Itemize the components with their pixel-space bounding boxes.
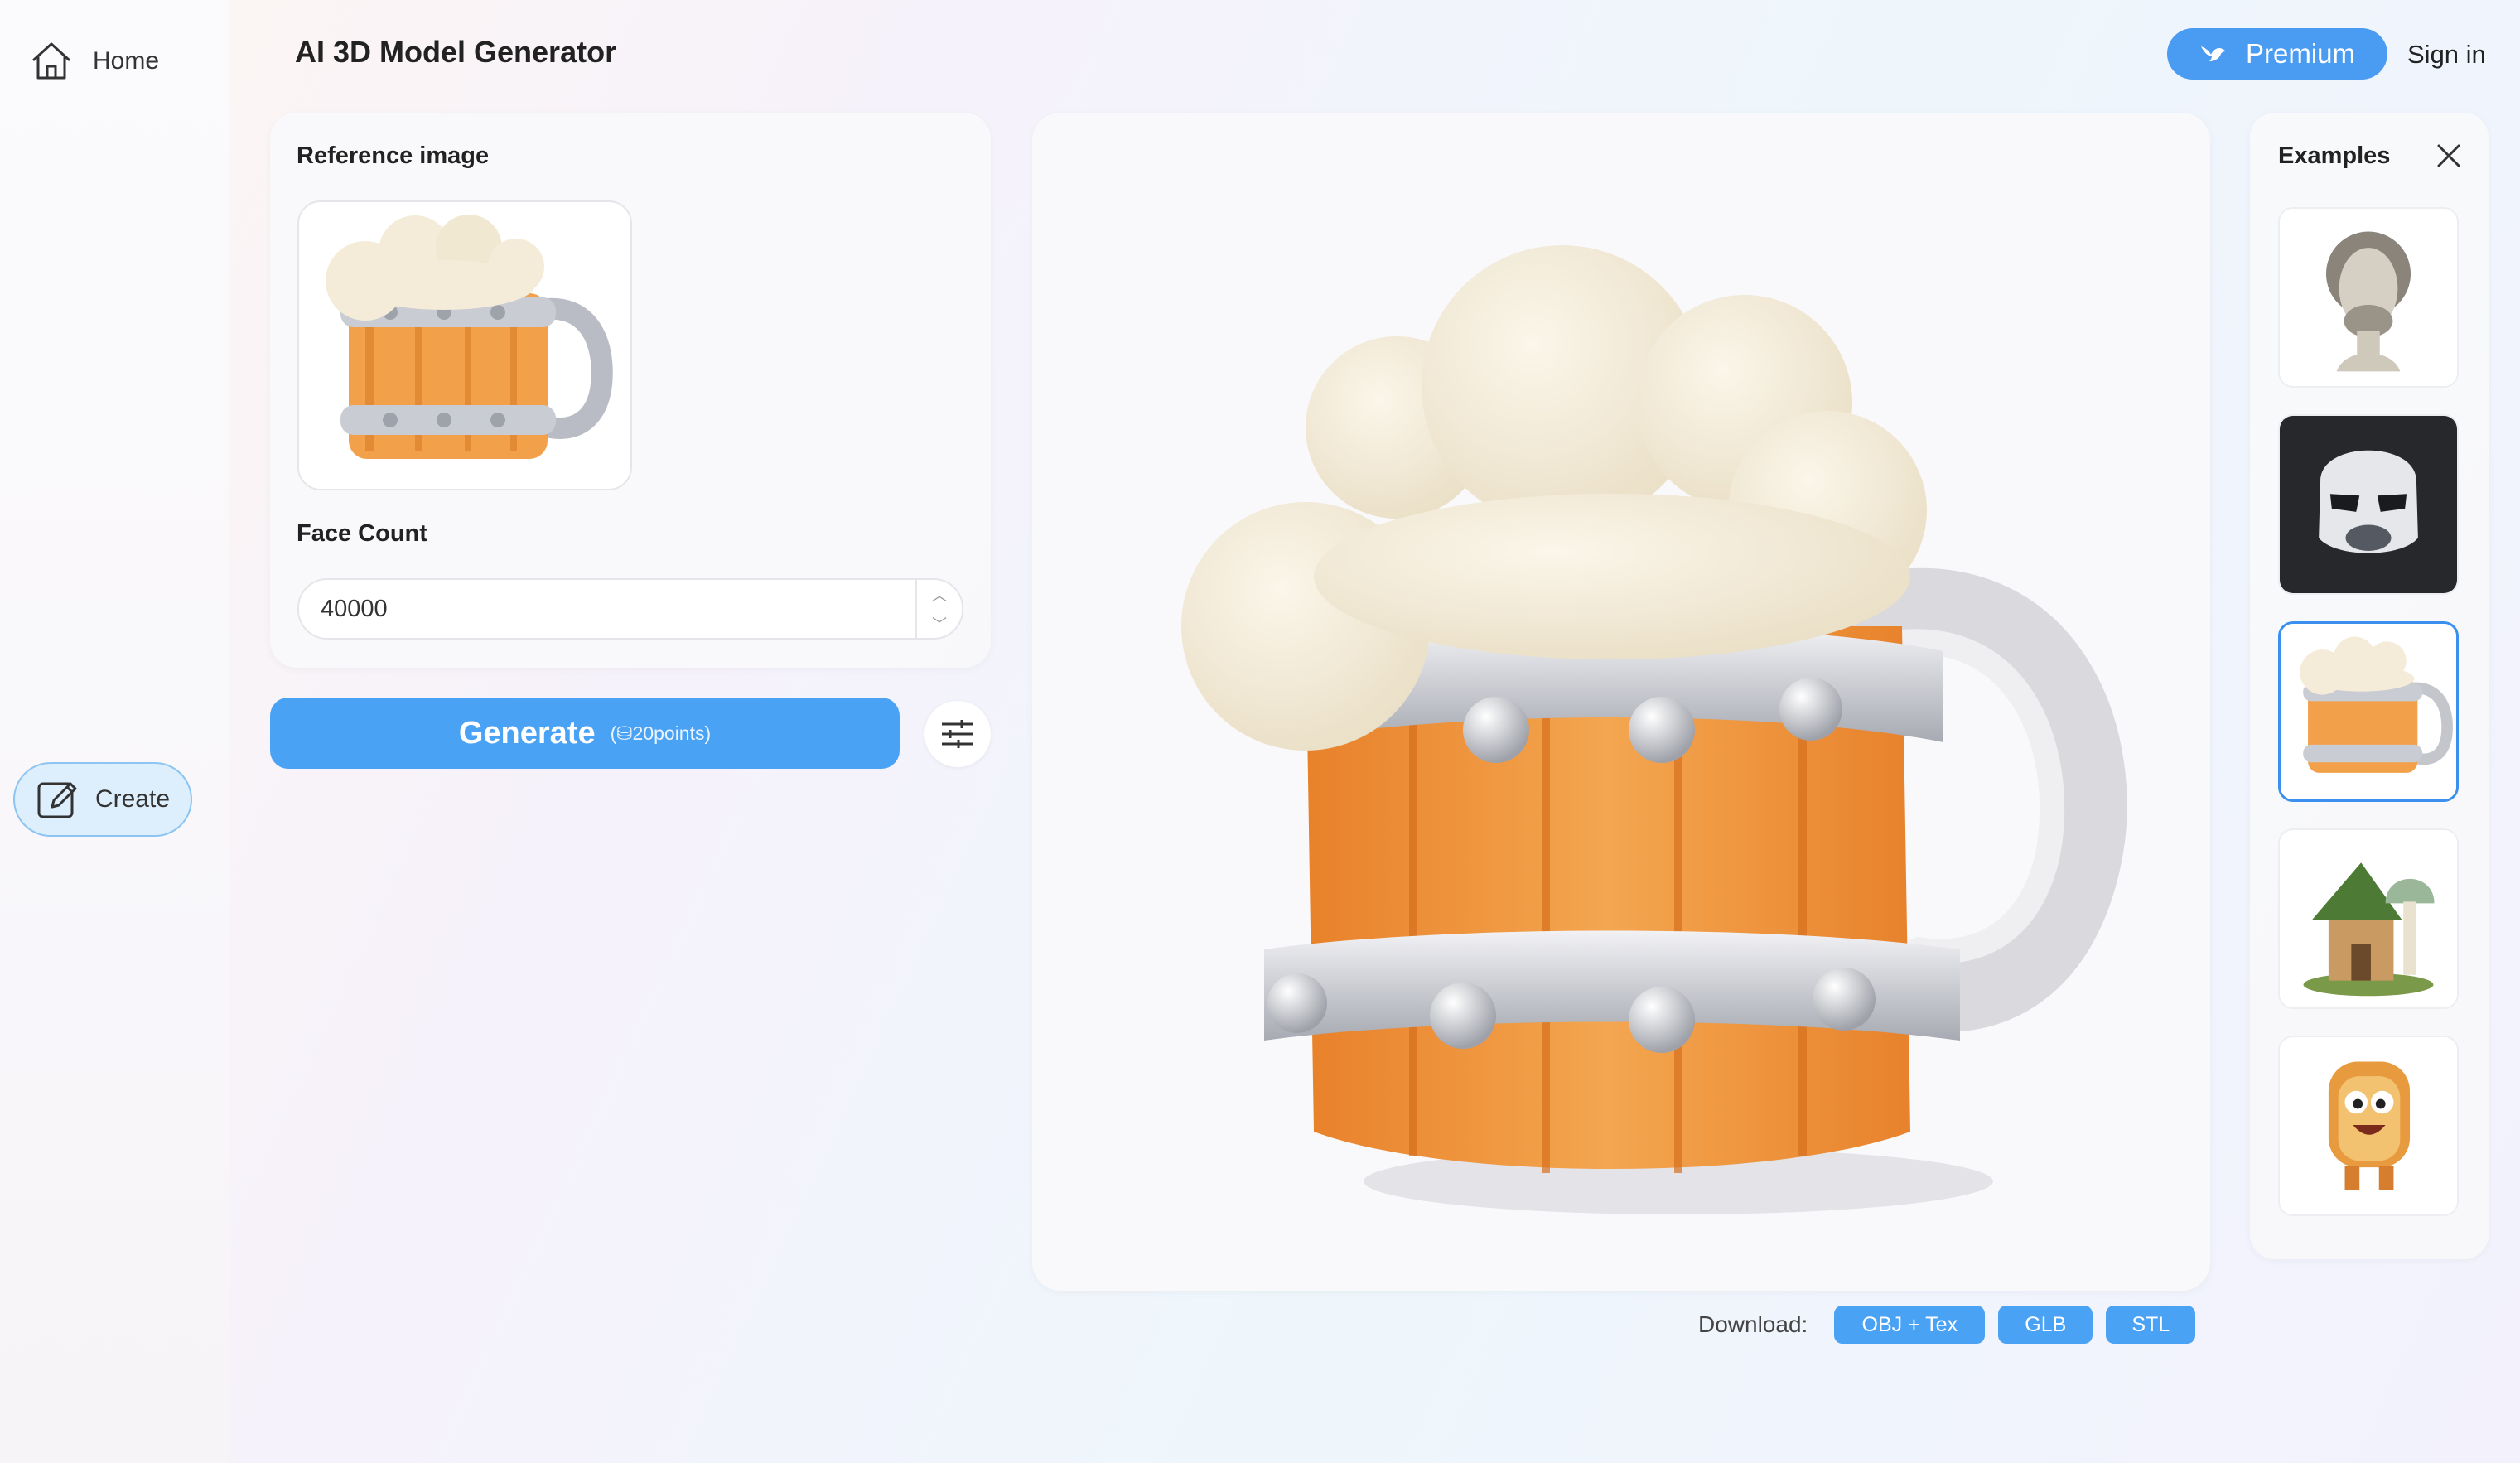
settings-button[interactable] bbox=[924, 701, 991, 767]
home-link[interactable]: Home bbox=[30, 40, 159, 83]
face-count-label: Face Count bbox=[297, 520, 427, 547]
example-beer-mug[interactable] bbox=[2278, 621, 2459, 802]
beer-mug-thumbnail bbox=[326, 215, 613, 459]
face-count-input[interactable] bbox=[319, 594, 869, 624]
bird-icon bbox=[2200, 46, 2226, 61]
generate-button[interactable]: Generate (⛁20points) bbox=[270, 698, 900, 769]
home-icon bbox=[32, 42, 70, 80]
page-title: AI 3D Model Generator bbox=[295, 35, 617, 69]
examples-panel: Examples bbox=[2250, 113, 2489, 1259]
close-icon[interactable] bbox=[2434, 141, 2464, 171]
sidebar: Home Create bbox=[0, 0, 229, 1463]
reference-image[interactable] bbox=[297, 200, 632, 490]
edit-icon bbox=[37, 782, 77, 818]
premium-button[interactable]: Premium bbox=[2167, 28, 2387, 80]
download-label: Download: bbox=[1698, 1311, 1808, 1337]
chevron-down-icon[interactable]: ﹀ bbox=[917, 609, 962, 638]
helmet-thumbnail bbox=[2280, 416, 2457, 593]
home-label: Home bbox=[93, 47, 160, 75]
download-stl-button[interactable]: STL bbox=[2106, 1306, 2196, 1344]
download-bar: Download: OBJ + Tex GLB STL bbox=[1698, 1306, 2196, 1344]
download-obj-button[interactable]: OBJ + Tex bbox=[1834, 1306, 1986, 1344]
bust-thumbnail bbox=[2280, 209, 2457, 386]
examples-title: Examples bbox=[2278, 142, 2391, 169]
face-count-field: ︿ ﹀ bbox=[297, 578, 963, 640]
face-count-stepper: ︿ ﹀ bbox=[915, 580, 962, 638]
reference-image-label: Reference image bbox=[297, 142, 490, 169]
download-glb-button[interactable]: GLB bbox=[1998, 1306, 2093, 1344]
toast-thumbnail bbox=[2280, 1037, 2457, 1214]
sign-in-link[interactable]: Sign in bbox=[2407, 40, 2486, 70]
beer-mug-3d-model bbox=[1181, 245, 2127, 1214]
chevron-up-icon[interactable]: ︿ bbox=[917, 580, 962, 609]
sliders-icon bbox=[942, 720, 973, 748]
example-toast-character[interactable] bbox=[2278, 1036, 2459, 1216]
house-thumbnail bbox=[2280, 830, 2457, 1007]
create-label: Create bbox=[94, 785, 171, 813]
mug-thumbnail bbox=[2281, 624, 2456, 799]
generate-cost: (⛁20points) bbox=[610, 722, 712, 744]
generate-label: Generate bbox=[458, 715, 596, 751]
model-viewer[interactable] bbox=[1032, 113, 2210, 1291]
premium-label: Premium bbox=[2245, 38, 2356, 69]
example-marble-bust[interactable] bbox=[2278, 207, 2459, 388]
example-stormtrooper-helmet[interactable] bbox=[2278, 414, 2459, 595]
create-button[interactable]: Create bbox=[13, 762, 192, 837]
reference-card: Reference image Face Count ︿ bbox=[270, 113, 991, 668]
example-mushroom-house[interactable] bbox=[2278, 828, 2459, 1009]
